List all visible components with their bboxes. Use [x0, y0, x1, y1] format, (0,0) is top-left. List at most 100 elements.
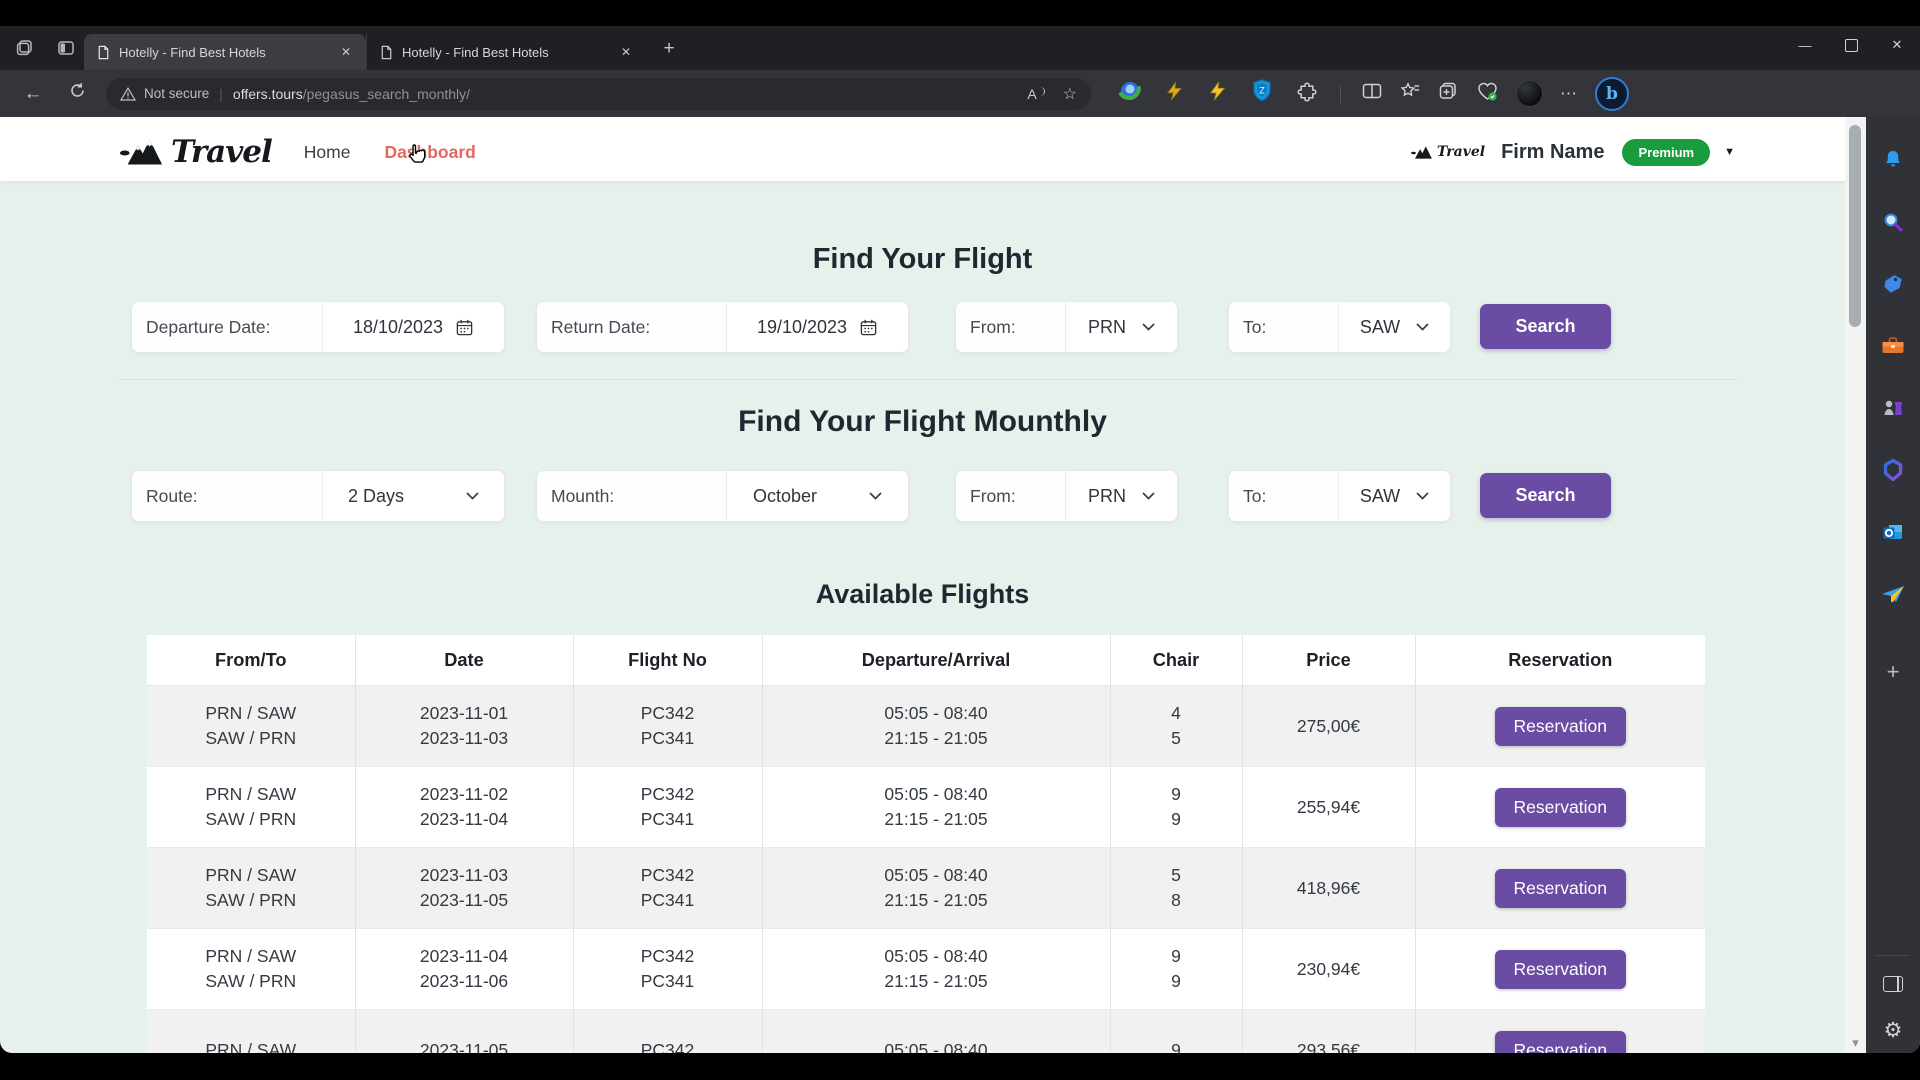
games-icon[interactable]: [1878, 393, 1908, 423]
outlook-icon[interactable]: [1878, 517, 1908, 547]
cell-chair: 9: [1110, 1010, 1242, 1054]
back-button[interactable]: ←: [18, 83, 48, 105]
new-tab-button[interactable]: +: [656, 36, 682, 62]
cell-price: 275,00€: [1242, 686, 1415, 767]
route-select[interactable]: 2 Days: [323, 471, 504, 521]
from-select[interactable]: PRN: [1066, 471, 1177, 521]
site-logo[interactable]: Travel: [119, 134, 272, 170]
collections-icon[interactable]: [1438, 81, 1459, 106]
premium-badge: Premium: [1622, 139, 1710, 166]
nav-dashboard[interactable]: Dashboard: [384, 142, 475, 163]
return-date-input[interactable]: 19/10/2023: [727, 302, 908, 352]
table-row: PRN / SAW2023-11-05PC34205:05 - 08:40929…: [147, 1010, 1705, 1054]
cell-departure-arrival: 05:05 - 08:4021:15 - 21:05: [762, 929, 1110, 1010]
maximize-icon: [1845, 39, 1858, 52]
favorites-icon[interactable]: [1399, 81, 1421, 106]
split-screen-icon[interactable]: [1362, 82, 1382, 105]
section-divider: [118, 379, 1737, 380]
return-date-field[interactable]: Return Date: 19/10/2023: [536, 301, 909, 353]
monthly-search-title: Find Your Flight Mounthly: [0, 405, 1845, 439]
to-select[interactable]: SAW: [1339, 471, 1450, 521]
tab-close-icon[interactable]: ✕: [616, 43, 636, 61]
zscaler-shield-icon[interactable]: Z: [1250, 78, 1274, 109]
close-button[interactable]: ✕: [1874, 26, 1920, 64]
table-header-row: From/To Date Flight No Departure/Arrival…: [147, 635, 1705, 686]
page-scrollbar[interactable]: ▾: [1845, 117, 1866, 1053]
account-brand-name: Travel: [1437, 144, 1485, 160]
route-field[interactable]: Route: 2 Days: [131, 470, 505, 522]
cell-from-to: PRN / SAWSAW / PRN: [147, 686, 355, 767]
to-label: To:: [1229, 471, 1339, 521]
sidebar-panel-icon[interactable]: [1878, 969, 1908, 999]
sidebar-settings-icon[interactable]: ⚙: [1878, 1015, 1908, 1045]
address-bar[interactable]: Not secure | offers.tours/pegasus_search…: [106, 78, 1091, 110]
from-select[interactable]: PRN: [1066, 302, 1177, 352]
extensions-icon[interactable]: [1295, 79, 1319, 108]
cell-price: 418,96€: [1242, 848, 1415, 929]
lightning-extension-icon[interactable]: [1207, 79, 1229, 108]
cell-departure-arrival: 05:05 - 08:40: [762, 1010, 1110, 1054]
browser-tab-inactive[interactable]: Hotelly - Find Best Hotels ✕: [366, 34, 646, 70]
sidebar-add-icon[interactable]: +: [1878, 657, 1908, 687]
profile-avatar[interactable]: [1516, 80, 1543, 107]
lightning-extension-icon[interactable]: [1164, 79, 1186, 108]
to-field[interactable]: To: SAW: [1228, 301, 1451, 353]
favorite-star-icon[interactable]: ☆: [1063, 84, 1077, 104]
idm-extension-icon[interactable]: [1117, 78, 1143, 109]
month-field[interactable]: Mounth: October: [536, 470, 909, 522]
browser-essentials-icon[interactable]: [1476, 81, 1499, 107]
shopping-icon[interactable]: [1878, 269, 1908, 299]
return-date-label: Return Date:: [537, 302, 727, 352]
scroll-down-icon[interactable]: ▾: [1845, 1035, 1866, 1051]
bing-search-icon[interactable]: [1878, 207, 1908, 237]
mountains-logo-icon: [1410, 144, 1434, 161]
settings-more-icon[interactable]: ⋯: [1560, 84, 1578, 104]
flights-table: From/To Date Flight No Departure/Arrival…: [147, 635, 1705, 1053]
browser-tab-active[interactable]: Hotelly - Find Best Hotels ✕: [84, 34, 366, 70]
reservation-button[interactable]: Reservation: [1495, 1031, 1626, 1054]
search-button-monthly[interactable]: Search: [1480, 473, 1611, 518]
screen: Hotelly - Find Best Hotels ✕ Hotelly - F…: [0, 0, 1920, 1080]
departure-date-field[interactable]: Departure Date: 18/10/2023: [131, 301, 505, 353]
tools-icon[interactable]: [1878, 331, 1908, 361]
departure-date-input[interactable]: 18/10/2023: [323, 302, 504, 352]
to-select[interactable]: SAW: [1339, 302, 1450, 352]
maximize-button[interactable]: [1828, 26, 1874, 64]
to-field-monthly[interactable]: To: SAW: [1228, 470, 1451, 522]
drop-icon[interactable]: [1878, 579, 1908, 609]
from-field[interactable]: From: PRN: [955, 301, 1178, 353]
month-select[interactable]: October: [727, 471, 908, 521]
flight-search-title: Find Your Flight: [0, 243, 1845, 276]
table-row: PRN / SAWSAW / PRN2023-11-022023-11-04PC…: [147, 767, 1705, 848]
calendar-icon[interactable]: [455, 318, 474, 337]
read-aloud-icon[interactable]: A: [1027, 86, 1044, 102]
chevron-down-icon: [466, 492, 479, 500]
microsoft-365-icon[interactable]: [1878, 455, 1908, 485]
tab-close-icon[interactable]: ✕: [336, 43, 356, 61]
cell-price: 255,94€: [1242, 767, 1415, 848]
nav-home[interactable]: Home: [304, 142, 351, 163]
reservation-button[interactable]: Reservation: [1495, 950, 1626, 989]
copilot-bing-icon[interactable]: b: [1595, 77, 1629, 111]
vertical-tabs-icon[interactable]: [52, 34, 80, 62]
col-chair: Chair: [1110, 635, 1242, 686]
cell-flight-no: PC342PC341: [573, 848, 762, 929]
tab-title: Hotelly - Find Best Hotels: [119, 45, 266, 60]
reservation-button[interactable]: Reservation: [1495, 788, 1626, 827]
from-field-monthly[interactable]: From: PRN: [955, 470, 1178, 522]
reservation-button[interactable]: Reservation: [1495, 869, 1626, 908]
search-button[interactable]: Search: [1480, 304, 1611, 349]
minimize-button[interactable]: —: [1782, 26, 1828, 64]
cell-date: 2023-11-012023-11-03: [355, 686, 573, 767]
tab-workspaces-icon[interactable]: [10, 34, 38, 62]
notifications-icon[interactable]: [1878, 145, 1908, 175]
cell-flight-no: PC342PC341: [573, 686, 762, 767]
refresh-button[interactable]: [62, 82, 92, 105]
account-caret-icon[interactable]: ▼: [1724, 146, 1735, 158]
calendar-icon[interactable]: [859, 318, 878, 337]
cell-price: 230,94€: [1242, 929, 1415, 1010]
cell-reservation: Reservation: [1415, 686, 1705, 767]
scrollbar-thumb[interactable]: [1849, 125, 1861, 327]
cell-reservation: Reservation: [1415, 767, 1705, 848]
reservation-button[interactable]: Reservation: [1495, 707, 1626, 746]
